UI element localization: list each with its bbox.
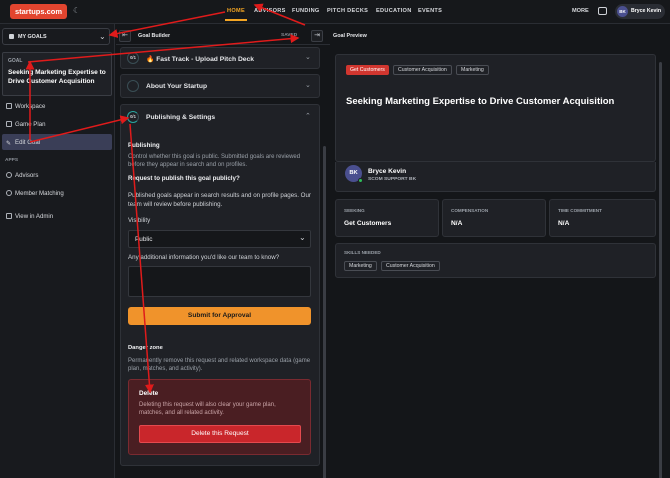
nav-home[interactable]: HOME: [225, 8, 247, 21]
tag-customer-acquisition: Customer Acquisition: [393, 65, 452, 75]
game-plan-icon: [6, 121, 12, 127]
skills-needed-card: SKILLS NEEDED Marketing Customer Acquisi…: [335, 243, 656, 278]
collapse-right-icon[interactable]: ⇥: [311, 30, 323, 42]
section-fast-track[interactable]: 0/1 🔥 Fast Track - Upload Pitch Deck ⌄: [120, 47, 320, 69]
skills-label: SKILLS NEEDED: [344, 250, 381, 255]
publishing-description: Control whether this goal is public. Sub…: [128, 154, 301, 168]
chevron-down-icon: ⌄: [305, 54, 311, 61]
delete-title: Delete: [139, 390, 159, 397]
collapse-left-icon[interactable]: ⇤: [119, 30, 131, 42]
stat-seeking: SEEKING Get Customers: [335, 199, 439, 237]
publish-info: Published goals appear in search results…: [128, 192, 311, 208]
sidebar-item-advisors[interactable]: Advisors: [6, 172, 38, 179]
scrollbar[interactable]: [659, 62, 662, 478]
section-publishing-settings: 0/1 Publishing & Settings ⌃ Publishing C…: [120, 104, 320, 466]
section-title: 🔥 Fast Track - Upload Pitch Deck: [146, 56, 254, 63]
goals-icon: [9, 34, 14, 39]
startups-logo[interactable]: startups.com: [10, 4, 67, 19]
goal-builder-header: ⇤ Goal Builder SAVED ⇥: [116, 28, 330, 45]
my-goals-label: MY GOALS: [18, 34, 47, 40]
avatar: BK: [617, 6, 628, 17]
user-menu[interactable]: BK Bryce Kevin: [615, 4, 665, 19]
goal-title: Seeking Marketing Expertise to Drive Cus…: [8, 69, 106, 85]
step-progress: 0/1: [127, 52, 139, 64]
stat-label: COMPENSATION: [451, 208, 489, 213]
danger-zone-heading: Danger zone: [128, 345, 163, 351]
workspace-icon: [6, 103, 12, 109]
stat-time-commitment: TIME COMMITMENT N/A: [549, 199, 656, 237]
chevron-down-icon: ⌄: [99, 32, 106, 41]
sidebar-item-member-matching[interactable]: Member Matching: [6, 190, 64, 197]
danger-zone-description: Permanently remove this request and rela…: [128, 358, 311, 372]
goal-preview-title: Goal Preview: [333, 33, 367, 39]
step-progress: 0/1: [127, 111, 139, 123]
saved-status: SAVED: [281, 33, 298, 38]
nav-pitch-decks[interactable]: PITCH DECKS: [327, 8, 368, 14]
delete-description: Deleting this request will also clear yo…: [139, 402, 276, 416]
section-title: About Your Startup: [146, 83, 208, 90]
top-nav: startups.com ☾ HOME ADVISORS FUNDING PIT…: [0, 0, 670, 24]
skill-tag: Customer Acquisition: [381, 261, 440, 271]
my-goals-select[interactable]: MY GOALS ⌄: [2, 28, 110, 45]
sidebar-item-workspace[interactable]: Workspace: [6, 103, 45, 110]
online-status-dot: [358, 178, 363, 183]
sidebar: MY GOALS ⌄ GOAL Seeking Marketing Expert…: [0, 24, 115, 478]
goal-label: GOAL: [8, 58, 23, 64]
section-title[interactable]: Publishing & Settings: [146, 114, 215, 121]
section-about-startup[interactable]: About Your Startup ⌄: [120, 74, 320, 98]
nav-funding[interactable]: FUNDING: [292, 8, 320, 14]
current-goal-card[interactable]: GOAL Seeking Marketing Expertise to Driv…: [2, 52, 112, 96]
delete-panel: Delete Deleting this request will also c…: [128, 379, 311, 455]
nav-advisors[interactable]: ADVISORS: [254, 8, 286, 14]
skill-tag: Marketing: [344, 261, 377, 271]
additional-info-label: Any additional information you'd like ou…: [128, 254, 280, 261]
user-name: Bryce Kevin: [631, 8, 661, 14]
sidebar-item-game-plan[interactable]: Game Plan: [6, 121, 45, 128]
flame-icon: 🔥: [146, 56, 155, 63]
additional-info-textarea[interactable]: [128, 266, 311, 297]
stat-label: TIME COMMITMENT: [558, 208, 602, 213]
stat-value: N/A: [558, 220, 570, 227]
nav-events[interactable]: EVENTS: [418, 8, 442, 14]
pencil-icon: ✎: [6, 140, 12, 147]
stat-value: Get Customers: [344, 220, 392, 227]
chevron-up-icon[interactable]: ⌃: [305, 112, 311, 120]
chevron-down-icon: ⌄: [299, 233, 306, 242]
nav-more[interactable]: MORE: [572, 8, 589, 14]
scrollbar[interactable]: [323, 146, 326, 478]
member-matching-icon: [6, 190, 12, 196]
advisors-icon: [6, 172, 12, 178]
visibility-value: Public: [135, 236, 153, 243]
goal-preview-panel: Goal Preview Get Customers Customer Acqu…: [331, 28, 670, 478]
goal-builder-panel: ⇤ Goal Builder SAVED ⇥ 0/1 🔥 Fast Track …: [116, 28, 330, 478]
lock-icon: [6, 213, 12, 219]
goal-builder-title: Goal Builder: [138, 33, 171, 39]
preview-card: Get Customers Customer Acquisition Marke…: [335, 54, 656, 162]
submit-for-approval-button[interactable]: Submit for Approval: [128, 307, 311, 325]
owner-company: SCOM SUPPORT BK: [368, 177, 417, 182]
delete-request-button[interactable]: Delete this Request: [139, 425, 301, 443]
preview-goal-title: Seeking Marketing Expertise to Drive Cus…: [346, 96, 615, 107]
publish-question: Request to publish this goal publicly?: [128, 175, 240, 182]
stat-value: N/A: [451, 220, 463, 227]
stat-label: SEEKING: [344, 208, 365, 213]
sidebar-item-view-in-admin[interactable]: View in Admin: [6, 213, 53, 220]
chat-icon[interactable]: [598, 7, 607, 15]
owner-name[interactable]: Bryce Kevin: [368, 168, 406, 175]
stat-compensation: COMPENSATION N/A: [442, 199, 546, 237]
sidebar-item-edit-goal[interactable]: ✎ Edit Goal: [6, 139, 40, 147]
tag-marketing: Marketing: [456, 65, 489, 75]
visibility-label: Visibility: [128, 217, 151, 224]
visibility-select[interactable]: Public ⌄: [128, 230, 311, 248]
publishing-heading: Publishing: [128, 142, 160, 149]
tag-get-customers: Get Customers: [346, 65, 389, 75]
step-progress: [127, 80, 139, 92]
apps-heading: APPS: [5, 158, 19, 163]
nav-education[interactable]: EDUCATION: [376, 8, 412, 14]
theme-toggle-icon[interactable]: ☾: [73, 6, 83, 16]
chevron-down-icon: ⌄: [305, 82, 311, 89]
